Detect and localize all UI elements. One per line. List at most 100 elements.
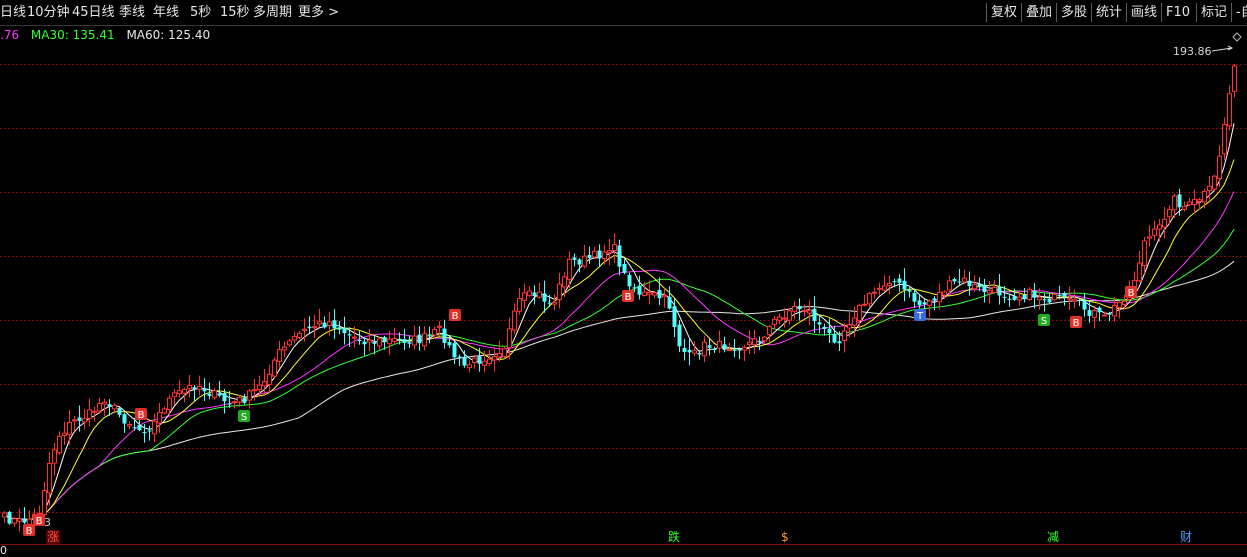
candle-body bbox=[1232, 65, 1237, 92]
candle-body bbox=[297, 332, 302, 338]
candle-body bbox=[827, 328, 832, 333]
candle-body bbox=[817, 322, 822, 325]
candle-body bbox=[652, 292, 657, 296]
candle-body bbox=[792, 306, 797, 312]
candle-body bbox=[632, 287, 637, 289]
candle-body bbox=[662, 295, 667, 298]
candle-body bbox=[692, 350, 697, 354]
event-fall[interactable]: 跌 bbox=[668, 530, 680, 544]
candle-body bbox=[1162, 218, 1167, 228]
candle-body bbox=[1142, 240, 1147, 267]
candle-body bbox=[1082, 300, 1087, 310]
candlesticks bbox=[2, 63, 1237, 536]
candle-body bbox=[1077, 299, 1082, 301]
candle-body bbox=[287, 340, 292, 346]
candle-body bbox=[477, 356, 482, 364]
candle-body bbox=[577, 259, 582, 265]
candle-body bbox=[832, 334, 837, 343]
candle-body bbox=[227, 403, 232, 405]
candle-body bbox=[457, 356, 462, 358]
ma-legend: .76 MA30: 135.41 MA60: 125.40 bbox=[0, 27, 218, 43]
candle-body bbox=[387, 338, 392, 345]
f10-button[interactable]: F10 bbox=[1161, 3, 1194, 22]
period-tab-year[interactable]: 年线 bbox=[153, 4, 179, 22]
signal-marker-B: B bbox=[23, 524, 35, 537]
candle-body bbox=[1102, 314, 1107, 317]
candle-body bbox=[1202, 190, 1207, 203]
period-tab-day[interactable]: 日线 bbox=[0, 4, 26, 22]
candle-body bbox=[1212, 175, 1217, 190]
candle-body bbox=[2, 512, 7, 518]
custom-button[interactable]: -自 bbox=[1231, 3, 1247, 22]
multi-stock-button[interactable]: 多股 bbox=[1056, 3, 1091, 22]
period-tab-10min[interactable]: 10分钟 bbox=[27, 4, 70, 22]
candle-body bbox=[697, 353, 702, 355]
candle-body bbox=[502, 348, 507, 357]
signal-marker-B: B bbox=[135, 408, 147, 421]
signal-marker-label: B bbox=[36, 516, 43, 527]
candle-body bbox=[812, 308, 817, 321]
signal-marker-B: B bbox=[449, 309, 461, 322]
candle-body bbox=[532, 292, 537, 297]
candle-body bbox=[1092, 310, 1097, 318]
mark-button[interactable]: 标记 bbox=[1196, 3, 1231, 22]
candle-body bbox=[617, 245, 622, 267]
event-finance[interactable]: 财 bbox=[1180, 530, 1192, 544]
kline-chart[interactable]: BBB SBBS BBT 193.86 3 bbox=[0, 26, 1247, 544]
candle-body bbox=[1192, 198, 1197, 206]
candle-body bbox=[402, 339, 407, 343]
candle-body bbox=[197, 385, 202, 390]
candle-body bbox=[407, 342, 412, 344]
candle-body bbox=[237, 397, 242, 403]
overlay-button[interactable]: 叠加 bbox=[1021, 3, 1056, 22]
candle-body bbox=[122, 414, 127, 424]
candle-body bbox=[902, 280, 907, 290]
candle-body bbox=[1042, 299, 1047, 301]
candle-body bbox=[97, 402, 102, 412]
candle-body bbox=[782, 317, 787, 320]
candle-body bbox=[1107, 313, 1112, 315]
candle-body bbox=[162, 408, 167, 414]
event-rise[interactable]: 涨 bbox=[46, 530, 61, 544]
candle-body bbox=[497, 352, 502, 358]
period-tab-15sec[interactable]: 15秒 bbox=[220, 4, 250, 22]
candle-body bbox=[972, 284, 977, 290]
period-tab-45day[interactable]: 45日线 bbox=[72, 4, 115, 22]
candle-body bbox=[572, 257, 577, 260]
signal-marker-T: T bbox=[914, 309, 926, 322]
candle-body bbox=[67, 421, 72, 436]
candle-body bbox=[62, 432, 67, 436]
candle-body bbox=[607, 250, 612, 254]
candle-body bbox=[52, 449, 57, 464]
event-reduce[interactable]: 减 bbox=[1047, 530, 1059, 544]
event-dividend[interactable]: $ bbox=[781, 530, 789, 544]
adjust-button[interactable]: 复权 bbox=[986, 3, 1021, 22]
period-tab-multi[interactable]: 多周期 bbox=[253, 4, 292, 22]
draw-line-button[interactable]: 画线 bbox=[1126, 3, 1161, 22]
statistics-button[interactable]: 统计 bbox=[1091, 3, 1126, 22]
candle-body bbox=[947, 280, 952, 291]
candle-body bbox=[762, 336, 767, 342]
period-tab-5sec[interactable]: 5秒 bbox=[190, 4, 211, 22]
candle-body bbox=[432, 329, 437, 336]
candle-body bbox=[357, 339, 362, 341]
candle-body bbox=[192, 387, 197, 390]
candle-body bbox=[742, 346, 747, 351]
candle-body bbox=[702, 341, 707, 357]
candle-body bbox=[1087, 310, 1092, 316]
candle-body bbox=[187, 384, 192, 390]
candle-body bbox=[382, 337, 387, 342]
period-tab-quarter[interactable]: 季线 bbox=[119, 4, 145, 22]
candle-body bbox=[117, 407, 122, 415]
candle-body bbox=[592, 250, 597, 258]
candle-body bbox=[422, 333, 427, 347]
candle-body bbox=[337, 327, 342, 330]
candle-body bbox=[757, 340, 762, 342]
period-tab-more[interactable]: 更多 > bbox=[298, 4, 339, 22]
candle-body bbox=[952, 279, 957, 282]
signal-marker-label: T bbox=[916, 311, 924, 322]
candle-body bbox=[1137, 262, 1142, 282]
candle-body bbox=[312, 326, 317, 329]
candle-body bbox=[467, 364, 472, 369]
candle-body bbox=[1012, 296, 1017, 300]
